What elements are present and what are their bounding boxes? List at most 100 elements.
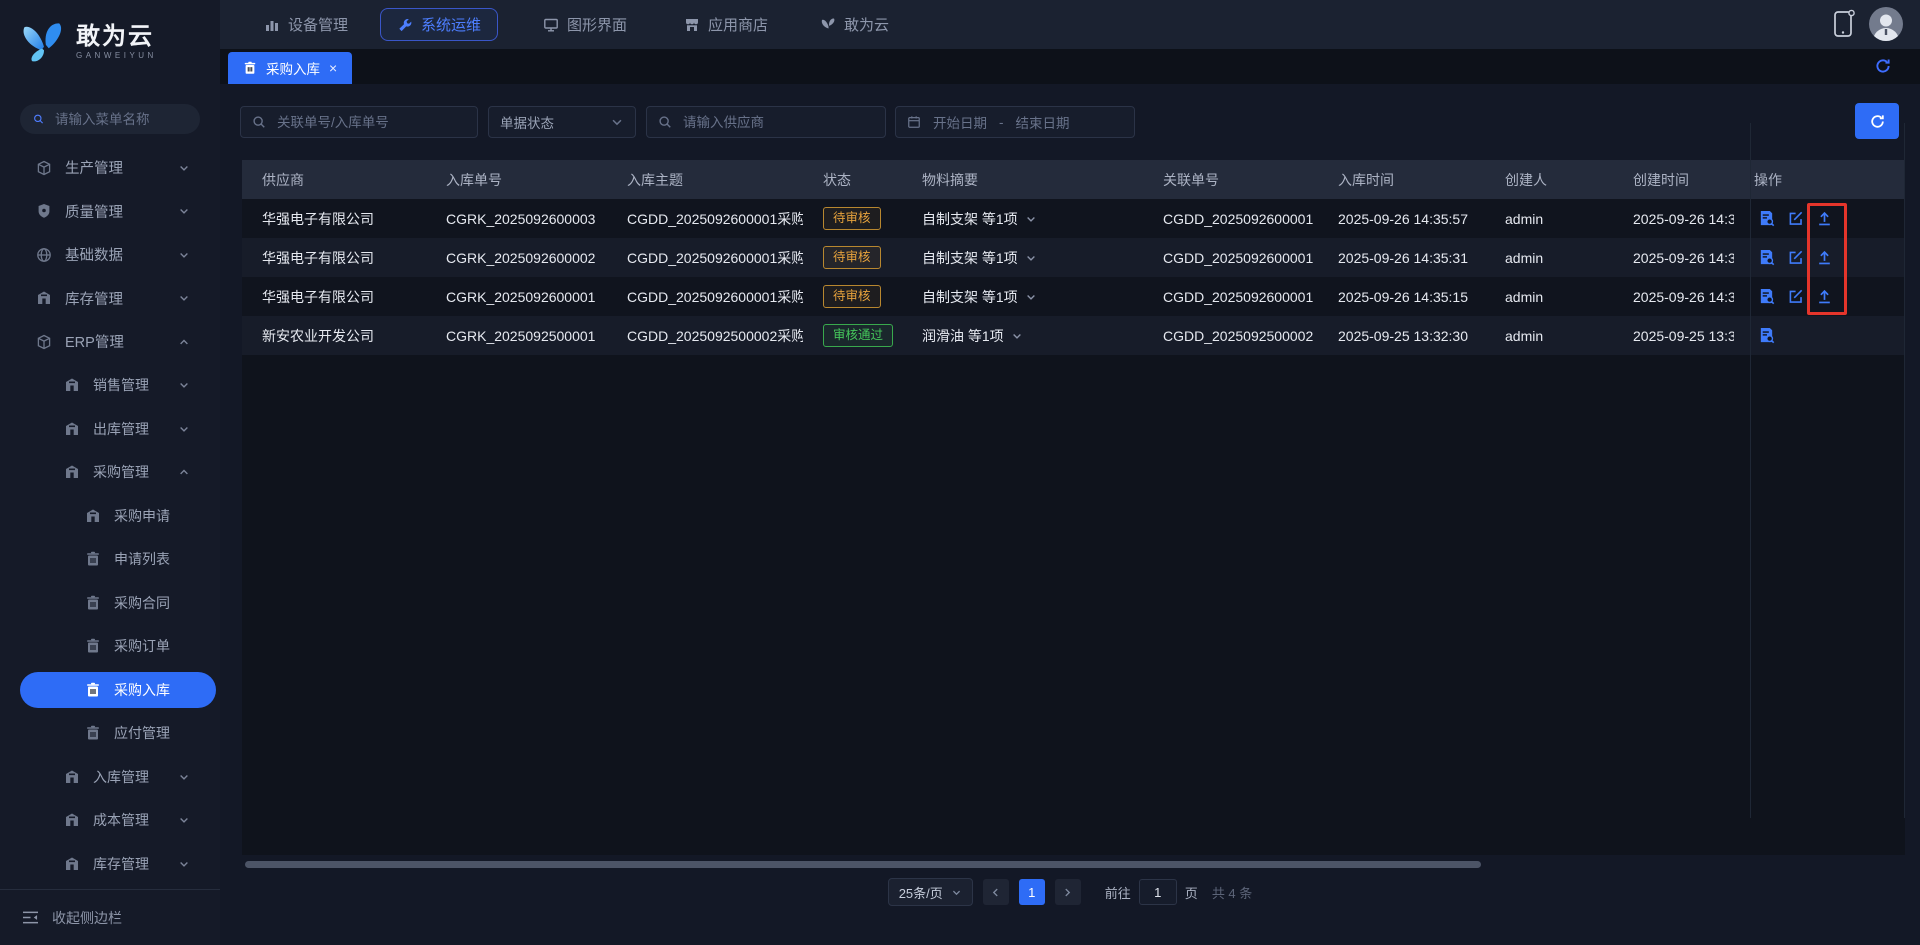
sidebar-item-ERP管理[interactable]: ERP管理 (0, 320, 220, 364)
prev-page-button[interactable] (983, 879, 1009, 905)
cell-subject: CGDD_2025092500002采购订 (607, 326, 803, 346)
nav-label: 敢为云 (844, 14, 889, 35)
date-range-picker[interactable]: 开始日期 - 结束日期 (895, 106, 1135, 138)
detail-icon[interactable] (1758, 249, 1775, 266)
sidebar-item-采购申请[interactable]: 采购申请 (0, 494, 220, 538)
cell-ops (1734, 288, 1905, 305)
sidebar-item-生产管理[interactable]: 生产管理 (0, 146, 220, 190)
goto-label: 前往 (1105, 883, 1131, 902)
column-header-4: 状态 (803, 170, 902, 190)
goto-page-input[interactable] (1139, 879, 1177, 905)
chevron-down-icon[interactable] (1025, 291, 1037, 303)
prev-icon (990, 887, 1001, 898)
edit-icon[interactable] (1787, 249, 1804, 266)
column-header-7: 入库时间 (1318, 170, 1485, 190)
menu-search-input[interactable] (53, 111, 187, 128)
table-empty-area (242, 355, 1905, 855)
chevron-down-icon[interactable] (1025, 213, 1037, 225)
nav-label: 图形界面 (567, 14, 627, 35)
cell-supplier: 华强电子有限公司 (242, 209, 426, 229)
column-header-5: 物料摘要 (902, 170, 1143, 190)
next-page-button[interactable] (1055, 879, 1081, 905)
sidebar-item-销售管理[interactable]: 销售管理 (0, 364, 220, 408)
sidebar-item-库存管理[interactable]: 库存管理 (0, 842, 220, 886)
sidebar-item-label: ERP管理 (65, 331, 124, 352)
tab-app-store[interactable]: 应用商店 (684, 0, 768, 49)
submit-icon[interactable] (1816, 210, 1833, 227)
sidebar-item-库存管理[interactable]: 库存管理 (0, 277, 220, 321)
sidebar-item-出库管理[interactable]: 出库管理 (0, 407, 220, 451)
table-row: 华强电子有限公司CGRK_2025092600002CGDD_202509260… (242, 238, 1905, 277)
cell-supplier: 华强电子有限公司 (242, 287, 426, 307)
supplier-search-input[interactable] (681, 114, 874, 131)
cell-supplier: 华强电子有限公司 (242, 248, 426, 268)
detail-icon[interactable] (1758, 327, 1775, 344)
cell-subject: CGDD_2025092600001采购订 (607, 209, 803, 229)
date-start-placeholder: 开始日期 (933, 112, 987, 132)
column-header-9: 创建时间 (1613, 170, 1734, 190)
cell-related_no: CGDD_2025092600001 (1143, 289, 1318, 305)
cell-creator: admin (1485, 328, 1613, 344)
detail-icon[interactable] (1758, 288, 1775, 305)
phone-icon[interactable] (1832, 9, 1856, 39)
page-size-select[interactable]: 25条/页 (888, 878, 973, 906)
sidebar-item-采购入库-active[interactable]: 采购入库 (20, 672, 216, 708)
sidebar-item-采购合同[interactable]: 采购合同 (0, 581, 220, 625)
sidebar-item-入库管理[interactable]: 入库管理 (0, 755, 220, 799)
sidebar-item-成本管理[interactable]: 成本管理 (0, 799, 220, 843)
main-content: 单据状态 开始日期 - 结束日期 供应商入库单号入库主题状态物料摘要关联单号入库… (220, 84, 1920, 945)
cell-created: 2025-09-25 13:32 (1613, 328, 1734, 344)
menu-search[interactable] (20, 104, 200, 134)
edit-icon[interactable] (1787, 288, 1804, 305)
supplier-search-field[interactable] (646, 106, 886, 138)
chevron-down-icon[interactable] (1025, 252, 1037, 264)
tab-purchase-inbound[interactable]: 采购入库 × (228, 52, 352, 84)
cell-order_no: CGRK_2025092600001 (426, 289, 607, 305)
brand: 敢为云 GANWEIYUN (0, 0, 220, 84)
brand-subtitle: GANWEIYUN (76, 51, 157, 60)
table-header: 供应商入库单号入库主题状态物料摘要关联单号入库时间创建人创建时间操作 (242, 160, 1905, 199)
order-search-input[interactable] (275, 114, 466, 131)
sidebar-item-label: 采购管理 (93, 462, 149, 482)
refresh-icon[interactable] (1874, 57, 1892, 75)
refresh-button[interactable] (1855, 103, 1899, 139)
tab-system-ops[interactable]: 系统运维 (380, 8, 498, 41)
date-separator: - (999, 115, 1004, 130)
sidebar-item-label: 采购订单 (114, 636, 170, 656)
material-summary: 自制支架 等1项 (922, 209, 1018, 229)
sidebar-item-应付管理[interactable]: 应付管理 (0, 712, 220, 756)
sidebar-item-质量管理[interactable]: 质量管理 (0, 190, 220, 234)
sidebar-item-label: 应付管理 (114, 723, 170, 743)
search-icon (33, 112, 44, 126)
status-select[interactable]: 单据状态 (488, 106, 636, 138)
status-select-value: 单据状态 (500, 112, 554, 132)
page-number-1[interactable]: 1 (1019, 879, 1045, 905)
horizontal-scrollbar[interactable] (245, 861, 1481, 868)
avatar[interactable] (1869, 7, 1903, 41)
cell-subject: CGDD_2025092600001采购订 (607, 248, 803, 268)
submit-icon[interactable] (1816, 288, 1833, 305)
sidebar-item-采购管理[interactable]: 采购管理 (0, 451, 220, 495)
sidebar-item-采购订单[interactable]: 采购订单 (0, 625, 220, 669)
tab-label: 采购入库 (266, 58, 320, 78)
tab-graphic-ui[interactable]: 图形界面 (543, 0, 627, 49)
submit-icon[interactable] (1816, 249, 1833, 266)
order-search-field[interactable] (240, 106, 478, 138)
detail-icon[interactable] (1758, 210, 1775, 227)
cell-in_time: 2025-09-26 14:35:57 (1318, 211, 1485, 227)
calendar-icon (907, 115, 921, 129)
trash-icon (85, 551, 101, 567)
sidebar-item-label: 采购入库 (114, 680, 170, 700)
edit-icon[interactable] (1787, 210, 1804, 227)
sidebar-item-基础数据[interactable]: 基础数据 (0, 233, 220, 277)
close-icon[interactable]: × (329, 61, 337, 75)
tab-ganweiyun[interactable]: 敢为云 (820, 0, 889, 49)
column-header-2: 入库单号 (426, 170, 607, 190)
chevron-down-icon[interactable] (1011, 330, 1023, 342)
sidebar-item-申请列表[interactable]: 申请列表 (0, 538, 220, 582)
column-header-10: 操作 (1734, 170, 1905, 190)
collapse-sidebar-button[interactable]: 收起侧边栏 (0, 889, 220, 945)
house-icon (64, 421, 80, 437)
status-badge: 待审核 (823, 207, 881, 230)
tab-device-management[interactable]: 设备管理 (264, 0, 348, 49)
